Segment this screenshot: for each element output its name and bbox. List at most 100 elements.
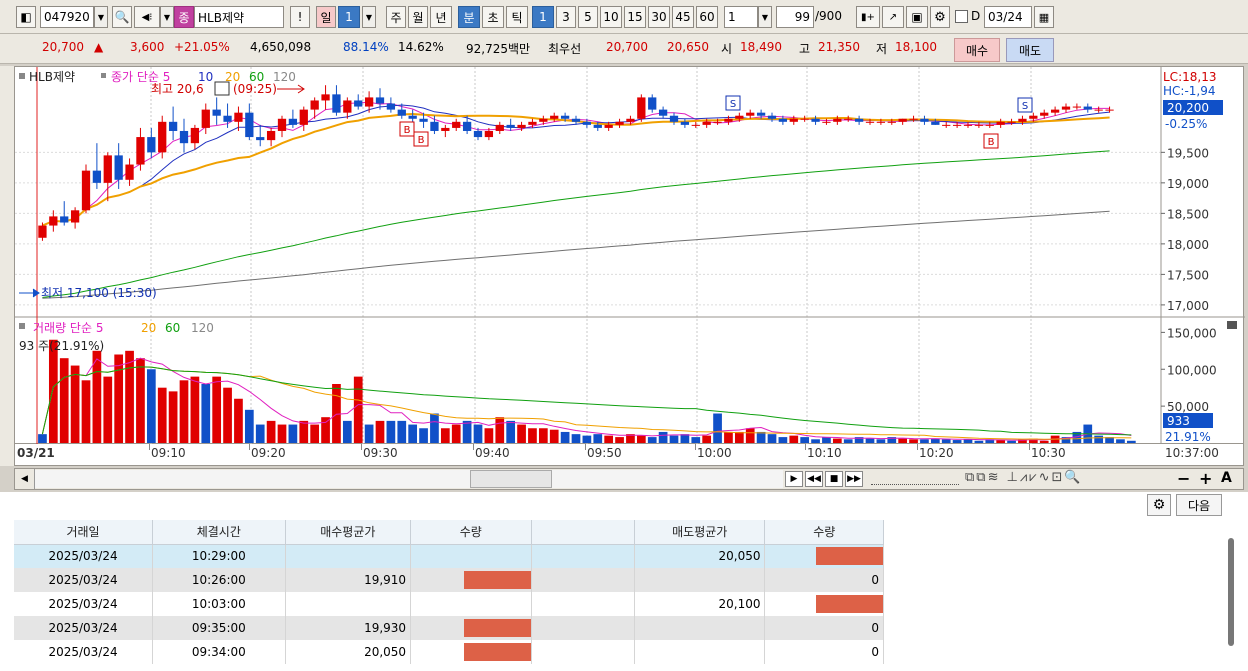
period-tick-button[interactable]: 틱 (506, 6, 528, 28)
volume-bar (103, 376, 113, 443)
period-number-dropdown[interactable]: ▼ (362, 6, 376, 28)
current-volume-rate: 21.91% (1165, 430, 1211, 444)
font-size-icon[interactable]: A (1221, 470, 1232, 486)
volume-bar (190, 376, 200, 443)
volume-bar (1039, 440, 1049, 443)
table-row[interactable]: 2025/03/24 10:03:00 20,100 (14, 592, 884, 616)
candle-body (560, 115, 570, 119)
interval-3-button[interactable]: 3 (556, 6, 576, 28)
trend-icon[interactable]: ↗ (882, 6, 904, 28)
high-price: 21,350 (818, 40, 860, 54)
scroll-left-arrow[interactable]: ◀ (15, 469, 35, 489)
table-cell: 2025/03/24 (14, 592, 154, 616)
period-month-button[interactable]: 월 (408, 6, 428, 28)
interval-dropdown[interactable]: ▼ (758, 6, 772, 28)
fast-forward-icon[interactable]: ▶▶ (845, 471, 863, 487)
volume-bar (125, 350, 134, 443)
date-input[interactable]: 03/24 (984, 6, 1032, 28)
volume-legend-ma120: 120 (191, 321, 214, 335)
candle-body (386, 103, 396, 110)
stock-code-dropdown[interactable]: ▼ (94, 6, 108, 28)
price-axis-label: 17,500 (1167, 268, 1209, 282)
play-icon[interactable]: ▶ (785, 471, 803, 487)
high-label: 고 (799, 42, 811, 56)
candle-body (985, 124, 994, 126)
interval-60-button[interactable]: 60 (696, 6, 718, 28)
rewind-icon[interactable]: ◀◀ (805, 471, 823, 487)
table-row[interactable]: 2025/03/24 10:29:00 20,050 (14, 544, 884, 568)
interval-10-button[interactable]: 10 (600, 6, 622, 28)
table-row[interactable]: 2025/03/24 10:26:00 19,910 0 (14, 568, 884, 592)
period-number[interactable]: 1 (338, 6, 360, 28)
scroll-track[interactable] (35, 470, 783, 488)
quantity-bar (816, 595, 883, 613)
volume-bar (430, 413, 439, 443)
period-minute-button[interactable]: 분 (458, 6, 480, 28)
volume-bar (342, 420, 352, 443)
interval-1-button[interactable]: 1 (532, 6, 554, 28)
table-header[interactable]: 거래일 (14, 520, 154, 545)
table-row[interactable]: 2025/03/24 09:34:00 20,050 0 (14, 640, 884, 664)
x-axis-label: 09:40 (475, 446, 510, 460)
scroll-thumb[interactable] (470, 470, 552, 488)
volume-bar (299, 420, 309, 443)
search-icon[interactable]: 🔍 (112, 6, 132, 28)
stock-code-input[interactable]: 047920 (40, 6, 94, 28)
table-header[interactable]: 매수평균가 (285, 520, 412, 545)
table-header[interactable]: 수량 (764, 520, 884, 545)
candle-body (1105, 109, 1114, 111)
period-second-button[interactable]: 초 (482, 6, 504, 28)
candle-body (81, 170, 91, 211)
interval-input[interactable]: 1 (724, 6, 758, 28)
calendar-icon[interactable]: ▦ (1034, 6, 1054, 28)
stock-name-field[interactable]: HLB제약 (194, 6, 284, 28)
x-axis-label: 09:10 (151, 446, 186, 460)
stop-icon[interactable]: ■ (825, 471, 843, 487)
table-header[interactable]: 수량 (410, 520, 532, 545)
volume-bar (70, 365, 80, 443)
drawing-tools-icon[interactable]: ⧉⧉≋ ⊥⩘⩗∿⊡🔍 (965, 470, 1083, 485)
interval-15-button[interactable]: 15 (624, 6, 646, 28)
volume-bar (495, 417, 505, 443)
table-header[interactable] (531, 520, 635, 545)
table-header[interactable]: 체결시간 (152, 520, 286, 545)
settings-gear-icon[interactable]: ⚙ (1147, 494, 1171, 516)
x-axis-label: 10:10 (807, 446, 842, 460)
candle-body (190, 127, 200, 144)
volume-bar (419, 428, 428, 443)
period-week-button[interactable]: 주 (386, 6, 406, 28)
chart-canvas: 최저 17,100 (15:30) 최고 20,6 (09:25) HLB제약 종가 단… (15, 67, 1245, 445)
interval-30-button[interactable]: 30 (648, 6, 670, 28)
current-volume-label: 933 (1167, 414, 1190, 428)
x-axis-tick (917, 444, 918, 450)
x-axis-tick (1029, 444, 1030, 450)
interval-45-button[interactable]: 45 (672, 6, 694, 28)
table-cell (634, 568, 766, 592)
volume-bar (462, 420, 472, 443)
next-button[interactable]: 다음 (1176, 494, 1222, 516)
gear-icon[interactable]: ⚙ (930, 6, 950, 28)
candle-body (528, 121, 537, 125)
period-year-button[interactable]: 년 (430, 6, 452, 28)
buy-button[interactable]: 매수 (954, 38, 1000, 62)
table-scrollbar[interactable] (1228, 538, 1234, 646)
candle-body (833, 118, 842, 122)
save-icon[interactable]: ▣ (906, 6, 928, 28)
candle-body (637, 97, 646, 119)
alert-button[interactable]: ! (290, 6, 310, 28)
table-header[interactable]: 매도평균가 (634, 520, 766, 545)
speaker-icon[interactable]: ◀⁝ (134, 6, 160, 28)
layout-icon[interactable]: ◧ (16, 6, 36, 28)
sound-dropdown[interactable]: ▼ (160, 6, 174, 28)
sell-button[interactable]: 매도 (1006, 38, 1054, 62)
candle-add-icon[interactable]: ▮+ (856, 6, 880, 28)
zoom-out-icon[interactable]: − (1177, 469, 1190, 488)
table-row[interactable]: 2025/03/24 09:35:00 19,930 0 (14, 616, 884, 640)
interval-5-button[interactable]: 5 (578, 6, 598, 28)
period-day-button[interactable]: 일 (316, 6, 336, 28)
date-checkbox[interactable] (955, 10, 968, 23)
count-input[interactable]: 99 (776, 6, 814, 28)
volume-bar (593, 434, 603, 443)
zoom-slider[interactable] (871, 473, 959, 485)
zoom-in-icon[interactable]: + (1199, 469, 1212, 488)
